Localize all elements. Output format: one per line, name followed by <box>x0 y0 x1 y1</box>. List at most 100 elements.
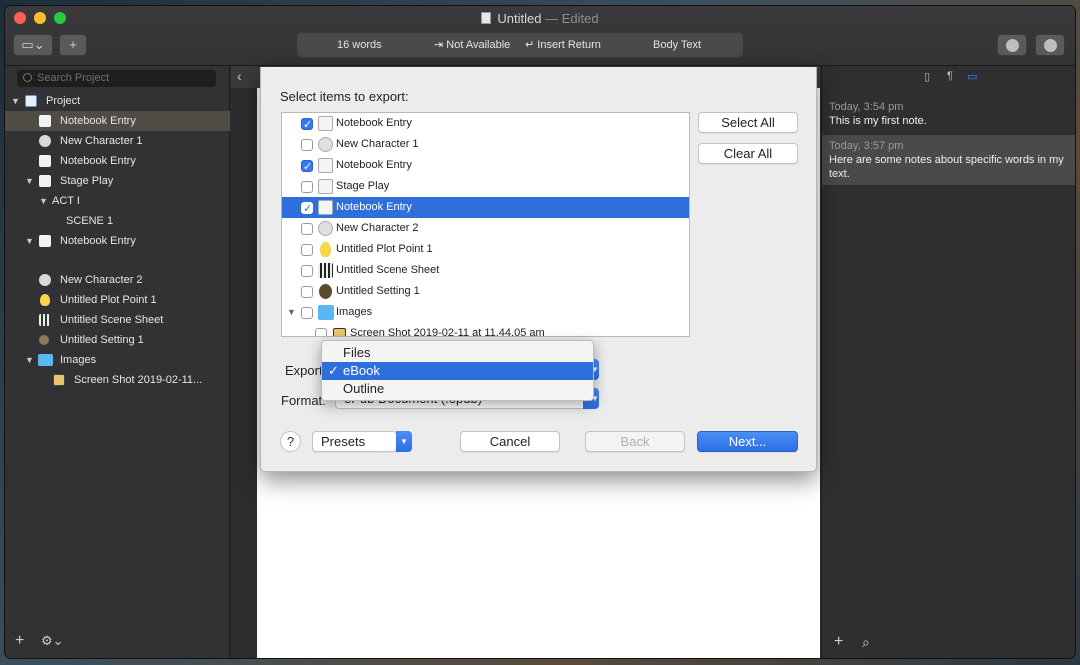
editor-gutter <box>231 88 257 658</box>
export-label: Export <box>285 363 323 378</box>
export-item-row[interactable]: Untitled Setting 1 <box>282 281 689 302</box>
select-all-button[interactable]: Select All <box>698 112 798 133</box>
binder-item-act-1[interactable]: ▼ ACT I <box>5 191 230 211</box>
export-item-row[interactable]: Untitled Scene Sheet <box>282 260 689 281</box>
export-item-checkbox[interactable] <box>301 307 313 319</box>
notebook-icon <box>318 179 333 194</box>
note-date: Today, 3:54 pm <box>829 101 904 113</box>
window-title-text: Untitled <box>497 11 542 26</box>
character-icon <box>39 135 51 147</box>
gear-icon[interactable]: ⚙⌄ <box>41 633 64 649</box>
disclosure-triangle-icon[interactable]: ▼ <box>11 91 20 111</box>
menu-item-ebook[interactable]: ✓ eBook <box>322 362 593 380</box>
disclosure-triangle-icon[interactable]: ▼ <box>25 350 34 370</box>
add-item-button[interactable]: + <box>59 34 87 56</box>
export-dialog: Select items to export: Notebook Entry N… <box>260 67 817 472</box>
compile-button[interactable] <box>997 34 1027 56</box>
binder-item-new-character-1[interactable]: New Character 1 <box>5 131 230 151</box>
export-item-checkbox[interactable] <box>301 244 313 256</box>
window-title: Untitled — Edited <box>5 11 1075 26</box>
export-item-label: Stage Play <box>336 180 390 192</box>
export-item-checkbox[interactable] <box>315 328 327 336</box>
disclosure-triangle-icon[interactable]: ▼ <box>25 231 34 251</box>
inspector-button[interactable] <box>1035 34 1065 56</box>
disclosure-triangle-icon[interactable]: ▼ <box>25 171 34 191</box>
export-item-checkbox[interactable] <box>301 157 313 178</box>
presets-button[interactable]: Presets <box>312 431 397 452</box>
export-item-checkbox[interactable] <box>301 223 313 235</box>
binder-item-label: SCENE 1 <box>66 215 114 227</box>
disclosure-triangle-icon[interactable]: ▼ <box>287 302 296 323</box>
note-item[interactable]: Today, 3:54 pm This is my first note. <box>822 96 1075 132</box>
plus-icon: + <box>69 37 77 52</box>
binder-item-notebook-entry[interactable]: Notebook Entry <box>5 111 230 131</box>
chevron-left-icon[interactable]: ‹ <box>237 68 251 86</box>
binder-item-label: Notebook Entry <box>60 235 136 247</box>
binder-item-new-character-2[interactable]: New Character 2 <box>5 270 230 290</box>
menu-item-files[interactable]: Files <box>322 344 593 362</box>
export-item-row[interactable]: Notebook Entry <box>282 197 689 220</box>
checkmark-icon: ✓ <box>328 363 339 378</box>
binder-item-screen-shot[interactable]: Screen Shot 2019-02-11... <box>5 370 230 390</box>
clapper-icon <box>318 263 333 278</box>
setting-icon <box>319 284 332 299</box>
text-style-menu[interactable]: Body Text <box>653 33 701 57</box>
search-project-input[interactable]: Search Project <box>17 70 216 87</box>
presets-chevron-icon[interactable]: ▼ <box>396 431 412 452</box>
add-document-button[interactable]: + <box>15 632 24 650</box>
clear-all-button[interactable]: Clear All <box>698 143 798 164</box>
cancel-button[interactable]: Cancel <box>460 431 560 452</box>
export-item-checkbox[interactable] <box>301 139 313 151</box>
binder-item-project[interactable]: ▼ Project <box>5 91 230 111</box>
add-note-button[interactable]: + <box>834 633 843 651</box>
export-item-row[interactable]: New Character 1 <box>282 134 689 155</box>
export-item-row[interactable]: New Character 2 <box>282 218 689 239</box>
export-item-row[interactable]: ▼ Images <box>282 302 689 323</box>
binder-item-setting-1[interactable]: Untitled Setting 1 <box>5 330 230 350</box>
binder-item-notebook-entry[interactable]: Notebook Entry <box>5 151 230 171</box>
export-item-checkbox[interactable] <box>301 115 313 136</box>
export-item-row[interactable]: Screen Shot 2019-02-11 at 11.44.05 am <box>282 323 689 336</box>
binder-item-notebook-entry[interactable]: ▼ Notebook Entry <box>5 231 230 251</box>
export-item-row[interactable]: Stage Play <box>282 176 689 197</box>
image-icon <box>53 374 65 386</box>
export-item-checkbox[interactable] <box>301 286 313 298</box>
menu-item-outline[interactable]: Outline <box>322 380 593 398</box>
export-item-row[interactable]: Notebook Entry <box>282 113 689 136</box>
note-text: This is my first note. <box>829 115 927 127</box>
export-item-label: Notebook Entry <box>336 201 412 213</box>
view-mode-button[interactable]: ▭⌄ <box>13 34 53 56</box>
next-button[interactable]: Next... <box>697 431 798 452</box>
export-type-menu[interactable]: Files ✓ eBook Outline <box>321 340 594 401</box>
character-icon <box>318 221 333 236</box>
bookmark-tab-icon[interactable]: ▯ <box>924 70 930 83</box>
search-notes-icon[interactable]: ⌕ <box>862 634 870 651</box>
export-items-list[interactable]: Notebook Entry New Character 1 Notebook … <box>281 112 690 337</box>
binder-item-scene-1[interactable]: SCENE 1 <box>5 211 230 231</box>
document-icon <box>481 12 492 24</box>
note-item[interactable]: Today, 3:57 pm Here are some notes about… <box>822 135 1075 185</box>
export-item-label: Notebook Entry <box>336 117 412 129</box>
back-button: Back <box>585 431 685 452</box>
binder-item-scene-sheet[interactable]: Untitled Scene Sheet <box>5 310 230 330</box>
export-item-checkbox[interactable] <box>301 265 313 277</box>
help-button[interactable]: ? <box>280 431 301 452</box>
binder-item-plot-point-1[interactable]: Untitled Plot Point 1 <box>5 290 230 310</box>
notes-tab-icon[interactable]: ▭ <box>967 70 977 83</box>
dialog-heading: Select items to export: <box>280 89 409 104</box>
binder-footer: + ⚙⌄ <box>5 630 230 658</box>
notebook-icon <box>318 200 333 215</box>
notebook-icon <box>318 116 333 131</box>
binder-item-stage-play[interactable]: ▼ Stage Play <box>5 171 230 191</box>
export-item-row[interactable]: Untitled Plot Point 1 <box>282 239 689 260</box>
export-item-row[interactable]: Notebook Entry <box>282 155 689 178</box>
binder-item-label: Untitled Setting 1 <box>60 334 144 346</box>
disclosure-triangle-icon[interactable]: ▼ <box>39 191 48 211</box>
binder-item-label: Stage Play <box>60 175 114 187</box>
export-item-checkbox[interactable] <box>301 199 313 220</box>
lightbulb-icon <box>320 242 331 257</box>
export-item-checkbox[interactable] <box>301 181 313 193</box>
pilcrow-tab-icon[interactable]: ¶ <box>947 70 953 82</box>
binder-item-images[interactable]: ▼ Images <box>5 350 230 370</box>
binder-item-label: Untitled Plot Point 1 <box>60 294 157 306</box>
